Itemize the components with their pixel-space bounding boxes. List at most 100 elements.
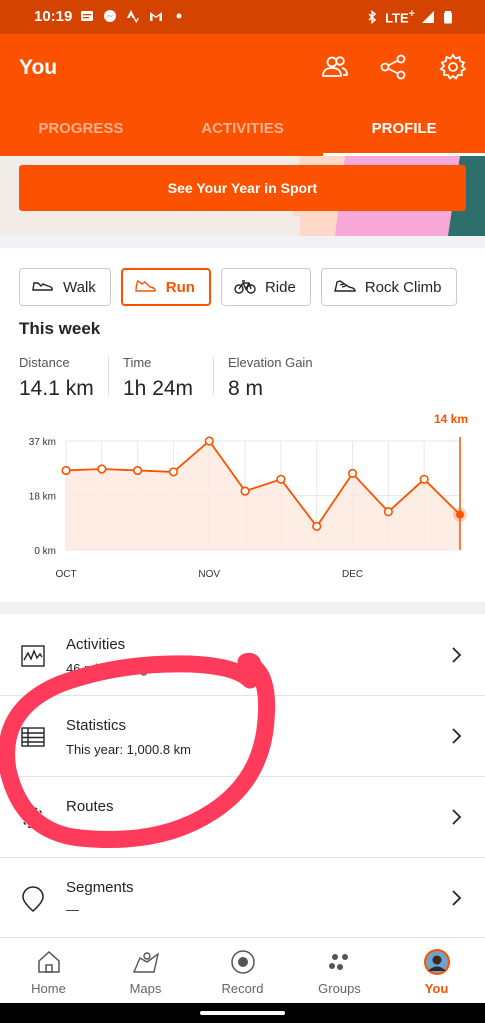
nav-home[interactable]: Home [0, 938, 97, 1003]
page-title: You [19, 56, 58, 79]
home-icon [37, 950, 60, 973]
stat-time: Time 1h 24m [123, 355, 193, 401]
status-time: 10:19 [34, 8, 73, 25]
sport-chip-label: Run [165, 278, 195, 296]
y-tick-label: 18 km [29, 492, 56, 503]
avatar-icon [423, 949, 450, 975]
tab-activities[interactable]: ACTIVITIES [162, 106, 324, 156]
list-item-title: Activities [66, 636, 126, 653]
chart-point [133, 465, 143, 476]
record-icon [230, 950, 255, 974]
list-item-subtitle: 46 minutes ago [66, 661, 155, 676]
list-item-title: Segments [66, 879, 134, 896]
bluetooth-icon [368, 9, 377, 24]
sport-filter: Walk Run Ride Rock Climb [19, 268, 457, 306]
stat-value: 1h 24m [123, 377, 194, 400]
week-title: This week [19, 319, 101, 338]
nav-maps[interactable]: Maps [97, 938, 194, 1003]
current-week-value-label: 14 km [434, 412, 468, 426]
tab-profile[interactable]: PROFILE [323, 106, 485, 156]
chevron-right-icon [452, 647, 462, 663]
year-in-sport-button[interactable]: See Your Year in Sport [19, 165, 466, 211]
nav-groups[interactable]: Groups [291, 938, 388, 1003]
sport-chip-label: Walk [63, 278, 96, 296]
chart-point [97, 464, 107, 474]
groups-icon [328, 954, 348, 970]
table-icon [21, 727, 45, 747]
share-icon[interactable] [378, 52, 408, 82]
y-tick-label: 37 km [29, 437, 56, 448]
bike-icon [234, 280, 256, 294]
messenger-icon [104, 10, 116, 22]
climbing-shoe-icon [333, 280, 356, 292]
battery-icon [444, 10, 452, 24]
notification-icons [80, 9, 186, 23]
x-tick-label: OCT [55, 569, 76, 580]
sport-chip-run[interactable]: Run [120, 268, 211, 306]
sport-chip-label: Ride [264, 278, 296, 296]
chart-point [419, 474, 429, 484]
list-item-subtitle: This year: 1,000.8 km [66, 742, 191, 757]
section-divider [0, 602, 485, 614]
list-item-segments[interactable]: Segments — [0, 858, 485, 939]
chart-point [383, 507, 393, 517]
bottom-navigation: Home Maps Record Groups You [0, 937, 485, 1003]
status-right: LTE+ [365, 8, 455, 25]
stat-elevation: Elevation Gain 8 m [228, 355, 313, 401]
stat-distance: Distance 14.1 km [19, 355, 94, 401]
route-icon [22, 807, 44, 829]
settings-gear-icon[interactable] [438, 52, 468, 82]
nav-label: Record [221, 981, 264, 996]
year-in-sport-banner: See Your Year in Sport [0, 156, 485, 236]
status-bar: 10:19 LTE+ [0, 0, 485, 34]
list-item-routes[interactable]: Routes — [0, 777, 485, 858]
gmail-icon [150, 12, 162, 21]
sport-chip-rock-climb[interactable]: Rock Climb [320, 268, 457, 306]
nav-record[interactable]: Record [194, 938, 291, 1003]
x-tick-label: DEC [342, 569, 363, 580]
dot-icon [176, 13, 182, 19]
people-icon[interactable] [320, 52, 350, 82]
chart-point [312, 521, 322, 532]
list-item-subtitle: — [66, 902, 79, 917]
stat-label: Elevation Gain [228, 355, 313, 370]
nav-label: Maps [129, 981, 162, 996]
home-indicator[interactable] [200, 1011, 285, 1015]
running-shoe-icon [135, 279, 156, 292]
list-item-title: Statistics [66, 717, 127, 734]
signal-icon [422, 10, 434, 23]
strava-icon [127, 10, 139, 23]
x-tick-label: NOV [198, 569, 220, 580]
weekly-distance-chart: 37 km 18 km 0 km OCT NOV DEC 14 km [29, 412, 468, 580]
shoe-icon [32, 282, 53, 291]
chart-point [240, 486, 250, 496]
map-pin-icon [22, 886, 44, 913]
stat-value: 8 m [228, 377, 264, 400]
list-item-title: Routes [66, 798, 114, 815]
sport-chip-label: Rock Climb [364, 278, 442, 296]
map-icon [132, 952, 159, 973]
tab-progress[interactable]: PROGRESS [0, 106, 162, 156]
nav-label: Groups [318, 981, 361, 996]
sport-chip-walk[interactable]: Walk [19, 268, 111, 306]
chart-point [168, 467, 179, 477]
list-item-statistics[interactable]: Statistics This year: 1,000.8 km [0, 696, 485, 777]
chart-point [61, 465, 71, 476]
profile-tabs: PROGRESS ACTIVITIES PROFILE [0, 106, 485, 156]
message-icon [81, 11, 93, 21]
stat-label: Distance [19, 355, 70, 370]
chart-point [204, 436, 214, 446]
chevron-right-icon [452, 809, 462, 825]
nav-you[interactable]: You [388, 938, 485, 1003]
sport-chip-ride[interactable]: Ride [220, 268, 311, 306]
chevron-right-icon [452, 890, 462, 906]
chart-point [276, 474, 286, 484]
list-item-activities[interactable]: Activities 46 minutes ago [0, 615, 485, 696]
activity-chart-icon [21, 645, 45, 667]
stat-label: Time [123, 355, 152, 370]
chevron-right-icon [452, 728, 462, 744]
current-week-point [456, 510, 464, 519]
chart-point [347, 468, 358, 479]
stat-value: 14.1 km [19, 377, 94, 400]
y-tick-label: 0 km [34, 546, 56, 557]
